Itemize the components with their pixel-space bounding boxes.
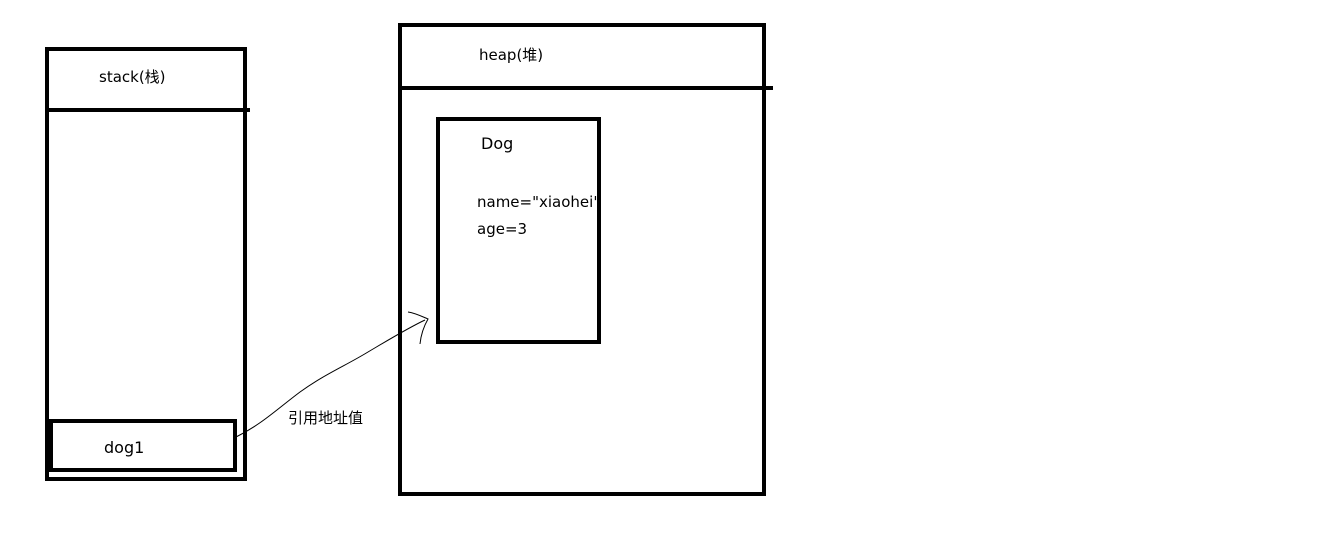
reference-arrow-head <box>407 311 429 345</box>
reference-label: 引用地址值 <box>288 409 364 427</box>
reference-arrow <box>235 311 429 438</box>
